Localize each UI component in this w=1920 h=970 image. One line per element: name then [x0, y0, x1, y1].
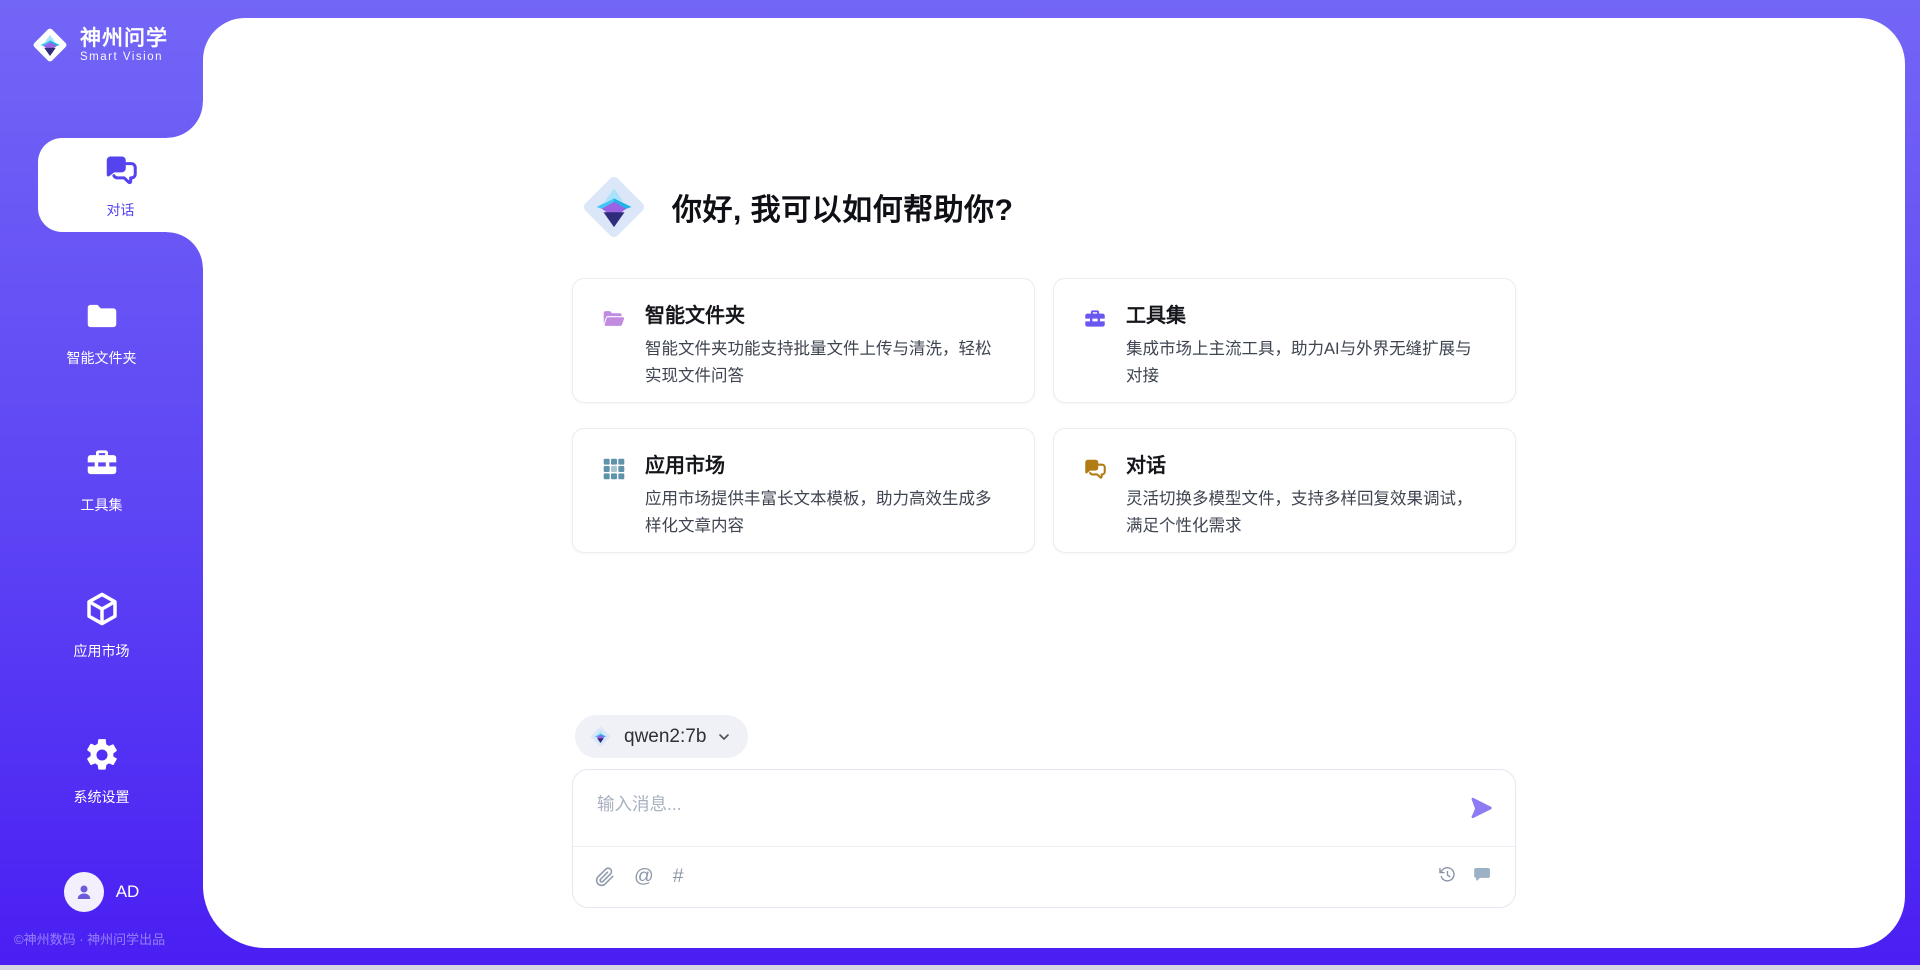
copyright-text: ©神州数码 · 神州问学出品: [14, 929, 165, 948]
folder-icon: [83, 297, 121, 335]
sidebar-item-label: 工具集: [0, 495, 203, 515]
brand-text: 神州问学 Smart Vision: [80, 27, 168, 63]
greeting-logo-icon: [572, 161, 656, 253]
sidebar-item-toolset[interactable]: 工具集: [0, 444, 203, 515]
brand-name-en: Smart Vision: [80, 51, 168, 63]
card-description: 智能文件夹功能支持批量文件上传与清洗，轻松实现文件问答: [645, 336, 1000, 389]
send-icon: [1468, 795, 1494, 821]
sidebar-item-label: 智能文件夹: [0, 348, 203, 368]
toolbox-icon: [1082, 306, 1108, 332]
card-smart-folder[interactable]: 智能文件夹 智能文件夹功能支持批量文件上传与清洗，轻松实现文件问答: [572, 278, 1035, 403]
sidebar-item-label: 对话: [38, 200, 203, 220]
send-button[interactable]: [1468, 795, 1494, 821]
sidebar-item-app-market[interactable]: 应用市场: [0, 590, 203, 661]
card-title: 智能文件夹: [645, 305, 1000, 327]
window-bottom-edge: [0, 965, 1920, 970]
user-name: AD: [116, 882, 140, 902]
card-body: 应用市场 应用市场提供丰富长文本模板，助力高效生成多样化文章内容: [645, 455, 1000, 552]
folder-open-icon: [601, 306, 627, 332]
chat-icon: [102, 151, 140, 189]
model-logo-icon: [587, 722, 614, 751]
gear-icon: [83, 736, 121, 774]
card-body: 工具集 集成市场上主流工具，助力AI与外界无缝扩展与对接: [1126, 305, 1481, 402]
message-composer: @ #: [572, 769, 1516, 908]
card-description: 应用市场提供丰富长文本模板，助力高效生成多样化文章内容: [645, 486, 1000, 539]
attachment-icon[interactable]: [595, 867, 615, 887]
chevron-down-icon: [716, 729, 732, 745]
card-title: 应用市场: [645, 455, 1000, 477]
card-body: 对话 灵活切换多模型文件，支持多样回复效果调试，满足个性化需求: [1126, 455, 1481, 552]
history-icon[interactable]: [1438, 865, 1457, 889]
message-input[interactable]: [573, 770, 1443, 844]
composer-toolbar: @ #: [573, 846, 1515, 907]
feature-cards: 智能文件夹 智能文件夹功能支持批量文件上传与清洗，轻松实现文件问答 工具集 集成…: [572, 278, 1516, 553]
main-panel: 你好, 我可以如何帮助你? 智能文件夹 智能文件夹功能支持批量文件上传与清洗，轻…: [203, 18, 1905, 948]
user-account[interactable]: AD: [0, 872, 203, 912]
tab-curve-top: [167, 102, 203, 138]
card-app-market[interactable]: 应用市场 应用市场提供丰富长文本模板，助力高效生成多样化文章内容: [572, 428, 1035, 553]
app-window: 神州问学 Smart Vision 对话 智能文件夹: [0, 0, 1920, 970]
sidebar-item-smart-folder[interactable]: 智能文件夹: [0, 297, 203, 368]
chat-icon: [1082, 456, 1108, 482]
brand-name-cn: 神州问学: [80, 27, 168, 51]
card-description: 灵活切换多模型文件，支持多样回复效果调试，满足个性化需求: [1126, 486, 1481, 539]
avatar: [64, 872, 104, 912]
person-icon: [72, 880, 96, 904]
sidebar: 神州问学 Smart Vision 对话 智能文件夹: [0, 0, 203, 970]
greeting: 你好, 我可以如何帮助你?: [572, 161, 1014, 253]
card-chat[interactable]: 对话 灵活切换多模型文件，支持多样回复效果调试，满足个性化需求: [1053, 428, 1516, 553]
card-body: 智能文件夹 智能文件夹功能支持批量文件上传与清洗，轻松实现文件问答: [645, 305, 1000, 402]
brand-logo: 神州问学 Smart Vision: [27, 21, 168, 69]
tab-curve-bottom: [167, 232, 203, 268]
card-description: 集成市场上主流工具，助力AI与外界无缝扩展与对接: [1126, 336, 1481, 389]
app-grid-icon: [601, 456, 627, 482]
card-title: 对话: [1126, 455, 1481, 477]
sidebar-item-label: 系统设置: [0, 787, 203, 807]
model-name: qwen2:7b: [624, 726, 706, 748]
card-title: 工具集: [1126, 305, 1481, 327]
cube-icon: [83, 590, 121, 628]
sidebar-item-settings[interactable]: 系统设置: [0, 736, 203, 807]
brand-diamond-icon: [27, 21, 73, 69]
composer-right-tools: [1438, 864, 1493, 890]
mention-icon[interactable]: @: [634, 867, 654, 887]
sidebar-item-label: 应用市场: [0, 641, 203, 661]
card-toolset[interactable]: 工具集 集成市场上主流工具，助力AI与外界无缝扩展与对接: [1053, 278, 1516, 403]
toolbox-icon: [83, 444, 121, 482]
sidebar-item-chat[interactable]: 对话: [38, 138, 203, 232]
chat-bubble-icon[interactable]: [1472, 864, 1493, 890]
greeting-text: 你好, 我可以如何帮助你?: [672, 185, 1014, 229]
composer-tools: @ #: [595, 867, 684, 887]
hash-icon[interactable]: #: [673, 867, 684, 887]
model-selector[interactable]: qwen2:7b: [575, 715, 748, 758]
